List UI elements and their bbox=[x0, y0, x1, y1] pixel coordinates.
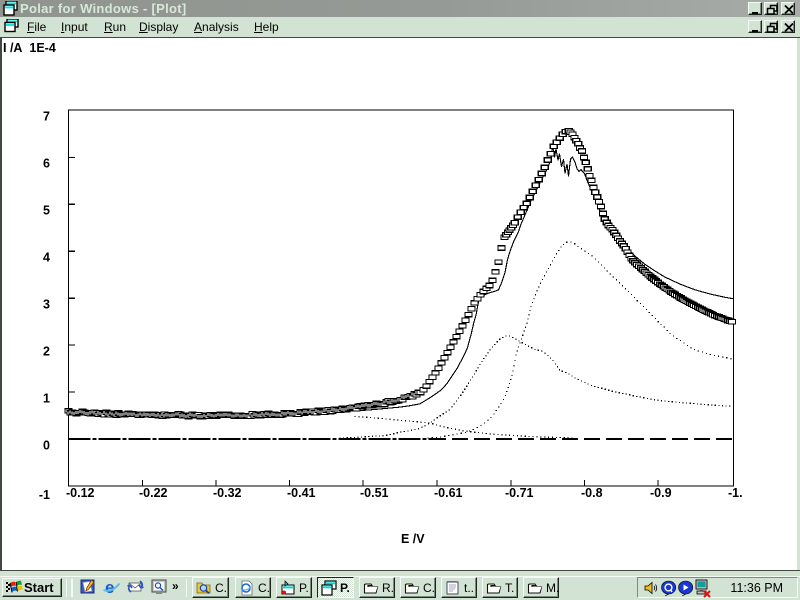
svg-text:6: 6 bbox=[43, 157, 50, 171]
svg-text:4: 4 bbox=[43, 251, 50, 265]
svg-text:-0.51: -0.51 bbox=[360, 486, 389, 500]
svg-text:-0.61: -0.61 bbox=[434, 486, 463, 500]
svg-text:-1: -1 bbox=[39, 488, 50, 502]
svg-text:E /V: E /V bbox=[401, 532, 425, 546]
svg-text:e: e bbox=[105, 579, 114, 596]
svg-text:-0.71: -0.71 bbox=[505, 486, 534, 500]
svg-text:-1.: -1. bbox=[728, 486, 743, 500]
svg-text:-0.32: -0.32 bbox=[213, 486, 242, 500]
svg-text:3: 3 bbox=[43, 298, 50, 312]
svg-text:1: 1 bbox=[43, 392, 50, 406]
svg-text:2: 2 bbox=[43, 345, 50, 359]
svg-text:-0.41: -0.41 bbox=[287, 486, 316, 500]
svg-text:-0.9: -0.9 bbox=[650, 486, 672, 500]
svg-text:7: 7 bbox=[43, 110, 50, 124]
svg-text:5: 5 bbox=[43, 204, 50, 218]
svg-text:0: 0 bbox=[43, 439, 50, 453]
svg-text:-0.22: -0.22 bbox=[139, 486, 168, 500]
svg-text:-0.12: -0.12 bbox=[66, 486, 95, 500]
svg-text:I /A 1E-4: I /A 1E-4 bbox=[3, 41, 56, 55]
svg-text:-0.8: -0.8 bbox=[581, 486, 603, 500]
